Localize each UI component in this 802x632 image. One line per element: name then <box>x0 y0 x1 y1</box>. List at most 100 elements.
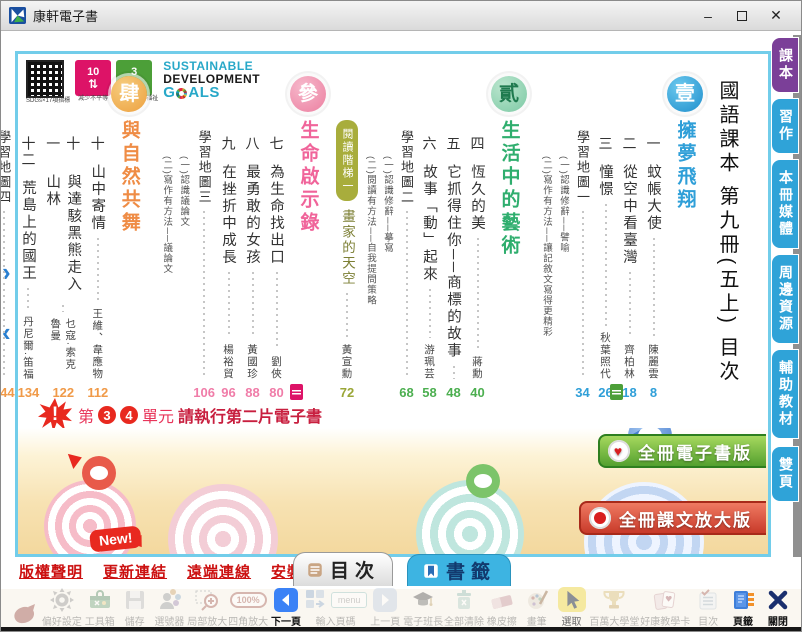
toc-entry[interactable]: 十 山中寄情 王維、韋應物 112 <box>87 64 108 400</box>
record-dot-icon <box>589 507 611 529</box>
learning-map-2[interactable]: 學習地圖二 68 (一)認識修辭──摹寫 (二)閱讀有方法──自我提問策略 <box>360 64 416 400</box>
unit-4-badge: 肆 <box>111 76 147 112</box>
minimize-button[interactable]: – <box>691 3 725 29</box>
unit-1-title: 擁夢飛翔 <box>672 120 699 212</box>
update-link[interactable]: 更新連結 <box>103 561 167 582</box>
reading-ladder-1[interactable]: 閱讀階梯一 畫家的天空 黃宣勳 72 <box>336 64 358 400</box>
lesson-page-number: 18 <box>622 385 636 400</box>
tool-label: 局部放大 <box>187 613 227 628</box>
learning-map-4[interactable]: 學習地圖四 144 (一)認識古典詩 (二)寫作有方法──故事寫作 <box>0 64 15 400</box>
close-app-button[interactable]: 關閉 <box>761 587 795 628</box>
tab-textbook[interactable]: 課本 <box>771 37 799 93</box>
toc-entry[interactable]: 一 蚊帳大使 陳麗雲 8 <box>643 64 664 400</box>
tool-label: 目次 <box>698 613 718 628</box>
tab-peripheral-resources[interactable]: 周邊資源 <box>771 254 799 344</box>
learning-map-note: (一)認識修辭──譬喻 <box>556 64 570 400</box>
lesson-number: 二 <box>620 136 640 152</box>
learning-map-note: (一)認識修辭──摹寫 <box>380 64 394 400</box>
learning-map-label: 學習地圖一 <box>573 130 592 205</box>
gear-icon <box>50 587 74 612</box>
maximize-button[interactable] <box>725 3 759 29</box>
toolbox-button[interactable]: 工具箱 <box>83 587 117 628</box>
prev-page-button[interactable]: 上一頁 <box>368 587 402 628</box>
select-button[interactable]: 選取 <box>555 587 589 628</box>
toc-entry[interactable]: 十二 荒島上的國王 丹尼爾.笛福 134 <box>18 64 40 400</box>
learning-map-1[interactable]: 學習地圖一 34 (一)認識修辭──譬喻 (二)寫作有方法──讓記敘文寫得更精彩 <box>536 64 592 400</box>
learning-map-label: 學習地圖四 <box>0 130 13 205</box>
unit-1-badge: 壹 <box>667 76 703 112</box>
copyright-link[interactable]: 版權聲明 <box>19 561 83 582</box>
learning-map-3[interactable]: 學習地圖三 106 (一)認識議論文 (二)寫作有方法──議論文 <box>156 64 215 400</box>
toc-entry[interactable]: 六 故事「動」起來 游珮芸 58 <box>419 64 440 400</box>
lesson-number: 五 <box>444 136 464 152</box>
title-bar: 康軒電子書 – ✕ <box>1 1 801 31</box>
window-title: 康軒電子書 <box>33 6 98 25</box>
class-leader-button[interactable]: 電子班長 <box>403 587 443 628</box>
tool-label: 全部清除 <box>444 613 484 628</box>
page-grid-icon: menu <box>304 587 368 612</box>
toc-entry[interactable]: 四 恆久的美 蔣勳 40 <box>467 64 488 400</box>
tool-label: 橡皮擦 <box>487 613 517 628</box>
tool-label: 上一頁 <box>370 613 400 628</box>
toc-entry[interactable]: 五 它抓得住你──商標的故事 48 <box>443 64 464 400</box>
quiz-hall-button[interactable]: 百萬大學堂 <box>589 587 639 628</box>
lesson-number: 三 <box>596 136 616 152</box>
toc-entry[interactable]: 八 最勇敢的女孩 黃國珍 88 <box>242 64 263 400</box>
lesson-author: 陳麗雲 <box>646 344 661 380</box>
bookmark-tab[interactable]: 書籤 <box>407 554 511 586</box>
page-tabs-button[interactable]: 頁籤 <box>726 587 760 628</box>
trash-icon <box>452 587 476 612</box>
paint-button[interactable]: 畫筆 <box>520 587 554 628</box>
palette-icon <box>525 587 549 612</box>
toc-tab-label: 目次 <box>330 556 380 583</box>
dotted-leader <box>605 204 607 326</box>
enlarged-text-button[interactable]: 全冊課文放大版 <box>579 501 766 535</box>
toc-entry[interactable]: 七 為生命找出口 劉俠 80 <box>266 64 287 400</box>
lesson-title: 它抓得住你──商標的故事 <box>443 164 464 360</box>
tool-label: 頁籤 <box>733 613 753 628</box>
partial-zoom-button[interactable]: 局部放大 <box>187 587 227 628</box>
toc-entry[interactable]: 十一 與達駭黑熊走入山林 乜寇.索克魯曼 122 <box>42 64 84 400</box>
learning-map-main: 學習地圖一 34 <box>573 64 592 400</box>
learning-map-main: 學習地圖四 144 <box>0 64 15 400</box>
remote-connection-link[interactable]: 遠端連線 <box>187 561 251 582</box>
toc-entry[interactable]: 二 從空中看臺灣 齊柏林 18 <box>619 64 640 400</box>
toc-page: SDGs×17項指標 10⇅ 減少不平等 3~♥ 良好健康與福祉 SUSTAIN… <box>15 51 771 557</box>
picker-button[interactable]: 選號器 <box>152 587 186 628</box>
tool-label: 選取 <box>562 613 582 628</box>
lesson-title: 在挫折中成長 <box>218 164 239 266</box>
clear-all-button[interactable]: 全部清除 <box>444 587 484 628</box>
save-button[interactable]: 儲存 <box>118 587 152 628</box>
reading-ladder-badge: 閱讀階梯一 <box>336 120 358 201</box>
unit-2-badge: 貳 <box>491 76 527 112</box>
dotted-leader <box>228 272 230 338</box>
cursor-icon <box>558 587 586 612</box>
dotted-leader <box>346 293 348 339</box>
teaching-cards-button[interactable]: 好康教學卡 <box>640 587 690 628</box>
bottom-links: 版權聲明 更新連結 遠端連線 安裝字型 <box>19 561 335 582</box>
corner-zoom-button[interactable]: 100% 四角放大 <box>228 587 268 628</box>
magnifier-zoom-icon <box>194 587 220 612</box>
goto-page-button[interactable]: menu 輸入頁碼 <box>304 587 368 628</box>
preferences-button[interactable]: 偏好設定 <box>42 587 82 628</box>
tab-supplementary-materials[interactable]: 輔助教材 <box>771 349 799 439</box>
eraser-button[interactable]: 橡皮擦 <box>485 587 519 628</box>
toc-toolbar-button[interactable]: 目次 <box>691 587 725 628</box>
dotted-leader <box>252 272 254 338</box>
lesson-author: 齊柏林 <box>622 344 637 380</box>
close-button[interactable]: ✕ <box>759 3 793 29</box>
app-window: 康軒電子書 – ✕ 課本 習作 本冊媒體 周邊資源 輔助教材 雙頁 › ‹ SD… <box>0 0 802 632</box>
toc-entry[interactable]: 三 憧憬 秋葉照代 26 <box>595 64 616 400</box>
enlarged-text-label: 全冊課文放大版 <box>619 506 752 531</box>
laser-pointer-button[interactable] <box>7 602 41 628</box>
tab-workbook[interactable]: 習作 <box>771 98 799 154</box>
toc-entry[interactable]: 九 在挫折中成長 楊裕貿 96 <box>218 64 239 400</box>
dotted-leader <box>27 288 29 310</box>
next-page-button[interactable]: 下一頁 <box>269 587 303 628</box>
tab-two-page-view[interactable]: 雙頁 <box>771 446 799 502</box>
toc-tab[interactable]: 目次 <box>293 552 393 586</box>
full-ebook-button[interactable]: ♥ 全冊電子書版 <box>598 434 766 468</box>
dotted-leader <box>62 305 64 312</box>
tab-volume-media[interactable]: 本冊媒體 <box>771 159 799 249</box>
menu-box[interactable]: menu <box>331 592 368 608</box>
